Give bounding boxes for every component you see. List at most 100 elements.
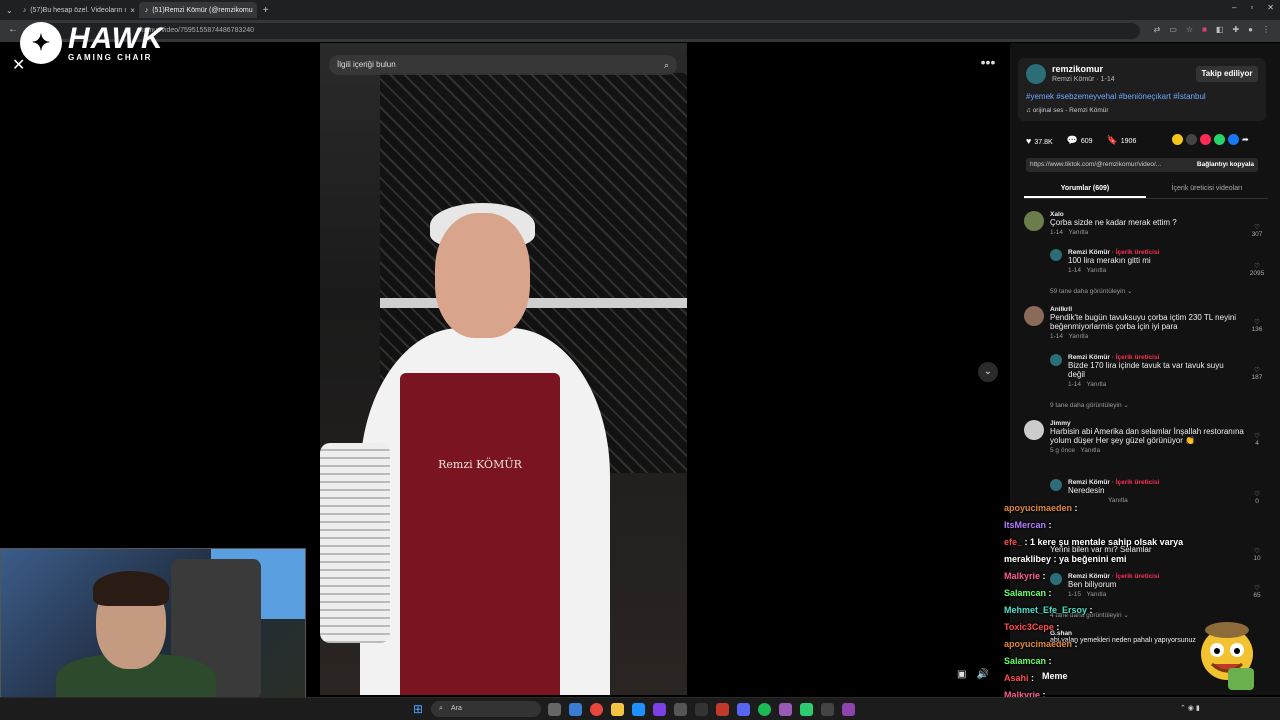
maximize-icon[interactable]: ▫ — [1250, 3, 1253, 12]
close-tab-icon[interactable]: × — [130, 6, 135, 15]
app-icon[interactable] — [779, 703, 792, 716]
share-more-icon[interactable]: ➦ — [1242, 134, 1253, 145]
app-icon[interactable] — [842, 703, 855, 716]
chat-username[interactable]: apoyucimaeden — [1004, 503, 1072, 513]
creator-reply-avatar[interactable] — [1050, 479, 1062, 491]
share-facebook-icon[interactable] — [1228, 134, 1239, 145]
comment-like[interactable]: ♡ 136 — [1249, 318, 1265, 333]
reply-link[interactable]: Yanıtla — [1086, 267, 1106, 274]
comment-like[interactable]: ♡ 4 — [1249, 432, 1265, 447]
share-repost-icon[interactable] — [1172, 134, 1183, 145]
save-stat[interactable]: 🔖 1906 — [1107, 135, 1137, 146]
video-search-input[interactable]: İlgili içeriği bulun ⌕ — [329, 55, 677, 75]
profile-avatar-icon[interactable]: ● — [1248, 25, 1253, 34]
video-controls: ▣ 🔊 — [957, 669, 989, 680]
task-view-icon[interactable] — [548, 703, 561, 716]
commenter-avatar[interactable] — [1024, 306, 1044, 326]
reply-link[interactable]: Yanıtla — [1086, 381, 1106, 388]
comment-like[interactable]: ♡ 307 — [1249, 223, 1265, 238]
next-video-icon[interactable]: ⌄ — [978, 362, 998, 382]
chat-username[interactable]: Asahi — [1004, 673, 1029, 683]
extension-icon[interactable]: ■ — [1202, 25, 1207, 34]
comment-like[interactable]: ♡ 187 — [1249, 366, 1265, 381]
file-explorer-icon[interactable] — [611, 703, 624, 716]
chat-username[interactable]: Malkyrie — [1004, 571, 1040, 581]
view-more-replies[interactable]: 59 tane daha görüntüleyin ⌄ — [1050, 287, 1132, 295]
reply-link[interactable]: Yanıtla — [1068, 229, 1088, 236]
creator-reply-avatar[interactable] — [1050, 354, 1062, 366]
close-window-icon[interactable]: ✕ — [1267, 3, 1274, 12]
post-link[interactable]: https://www.tiktok.com/@remzikomur/video… — [1030, 161, 1161, 168]
browser-tab-2[interactable]: ♪ (51)Remzi Kömür (@remzikomu × — [138, 2, 257, 18]
reply-link[interactable]: Yanıtla — [1080, 447, 1100, 454]
reply-author[interactable]: Remzi Kömür · İçerik üreticisi — [1068, 249, 1238, 256]
chrome-icon[interactable] — [590, 703, 603, 716]
app-icon[interactable] — [653, 703, 666, 716]
bookmark-star-icon[interactable]: ☆ — [1186, 25, 1193, 34]
reply-link[interactable]: Yanıtla — [1068, 333, 1088, 340]
commenter-avatar[interactable] — [1024, 211, 1044, 231]
app-icon[interactable] — [716, 703, 729, 716]
close-video-icon[interactable]: ✕ — [12, 55, 25, 75]
minimize-icon[interactable]: – — [1232, 3, 1236, 12]
chat-username[interactable]: Mehmet_Efe_Ersoy — [1004, 605, 1087, 615]
comment-author[interactable]: Jimmy — [1050, 420, 1245, 427]
taskbar-search[interactable]: ⌕ Ara — [431, 701, 541, 717]
app-icon[interactable] — [821, 703, 834, 716]
creator-avatar[interactable] — [1026, 64, 1046, 84]
chat-username[interactable]: efe_ — [1004, 537, 1022, 547]
back-icon[interactable]: ← — [8, 24, 18, 35]
creator-username[interactable]: remzikomur — [1052, 64, 1103, 74]
like-stat[interactable]: ♥ 37.8K — [1026, 136, 1053, 146]
puzzle-icon[interactable]: ✚ — [1232, 25, 1239, 34]
chat-username[interactable]: meraklibey — [1004, 554, 1051, 564]
tab-list-icon[interactable]: ⌄ — [6, 6, 13, 15]
chat-username[interactable]: apoyucimaeden — [1004, 639, 1072, 649]
copy-link-button[interactable]: Bağlantıyı kopyala — [1197, 158, 1254, 172]
reply-author[interactable]: Remzi Kömür · İçerik üreticisi — [1068, 479, 1238, 486]
app-icon[interactable] — [674, 703, 687, 716]
app-icon[interactable] — [569, 703, 582, 716]
reply-author[interactable]: Remzi Kömür · İçerik üreticisi — [1068, 354, 1238, 361]
address-bar[interactable]: komur/video/7595155874486783240 — [30, 23, 1140, 39]
chat-username[interactable]: Salamcan — [1004, 588, 1046, 598]
windows-start-icon[interactable]: ⊞ — [413, 702, 423, 716]
view-more-replies[interactable]: 9 tane daha görüntüleyin ⌄ — [1050, 401, 1129, 409]
tab-comments[interactable]: Yorumlar (609) — [1024, 181, 1146, 198]
post-hashtags[interactable]: #yemek #sebzemeyvehal #beniöneçıkart #İs… — [1026, 92, 1206, 101]
comment-stat[interactable]: 💬 609 — [1067, 135, 1093, 146]
app-icon[interactable] — [800, 703, 813, 716]
comment-author[interactable]: Anilkrll — [1050, 306, 1240, 313]
new-tab-icon[interactable]: + — [263, 5, 269, 16]
post-sound[interactable]: ♫ orijinal ses - Remzi Kömür — [1026, 107, 1109, 114]
follow-button[interactable]: Takip ediliyor — [1196, 66, 1258, 82]
chat-separator: : — [1072, 639, 1078, 649]
chat-username[interactable]: ItsMercan — [1004, 520, 1046, 530]
tab-creator-videos[interactable]: İçerik üreticisi videoları — [1146, 181, 1268, 198]
volume-icon[interactable]: 🔊 — [976, 669, 988, 680]
creator-reply-avatar[interactable] — [1050, 249, 1062, 261]
system-tray[interactable]: ⌃ ◉ ▮ — [1180, 704, 1200, 712]
spotify-icon[interactable] — [758, 703, 771, 716]
comment-tabs: Yorumlar (609) İçerik üreticisi videolar… — [1024, 181, 1268, 199]
share-whatsapp-icon[interactable] — [1214, 134, 1225, 145]
cast-icon[interactable]: ▭ — [1169, 25, 1177, 34]
browser-tab-1[interactable]: ♪ (57)Bu hesap özel. Videoların ı × — [17, 2, 135, 18]
app-icon[interactable] — [737, 703, 750, 716]
search-icon[interactable]: ⌕ — [664, 55, 669, 75]
more-options-icon[interactable]: ••• — [978, 55, 998, 72]
video-player[interactable]: Remzi KÖMÜR — [320, 43, 687, 695]
share-embed-icon[interactable] — [1186, 134, 1197, 145]
extension-icon[interactable]: ◧ — [1216, 25, 1224, 34]
share-send-icon[interactable] — [1200, 134, 1211, 145]
translate-icon[interactable]: ⇄ — [1154, 25, 1161, 34]
comment-author[interactable]: Xalo — [1050, 211, 1245, 218]
app-icon[interactable] — [695, 703, 708, 716]
chat-username[interactable]: Toxic3Cepe — [1004, 622, 1054, 632]
app-icon[interactable] — [632, 703, 645, 716]
comment-like[interactable]: ♡ 2095 — [1249, 262, 1265, 277]
mini-player-icon[interactable]: ▣ — [957, 669, 966, 680]
commenter-avatar[interactable] — [1024, 420, 1044, 440]
chat-username[interactable]: Salamcan — [1004, 656, 1046, 666]
menu-kebab-icon[interactable]: ⋮ — [1262, 25, 1270, 34]
